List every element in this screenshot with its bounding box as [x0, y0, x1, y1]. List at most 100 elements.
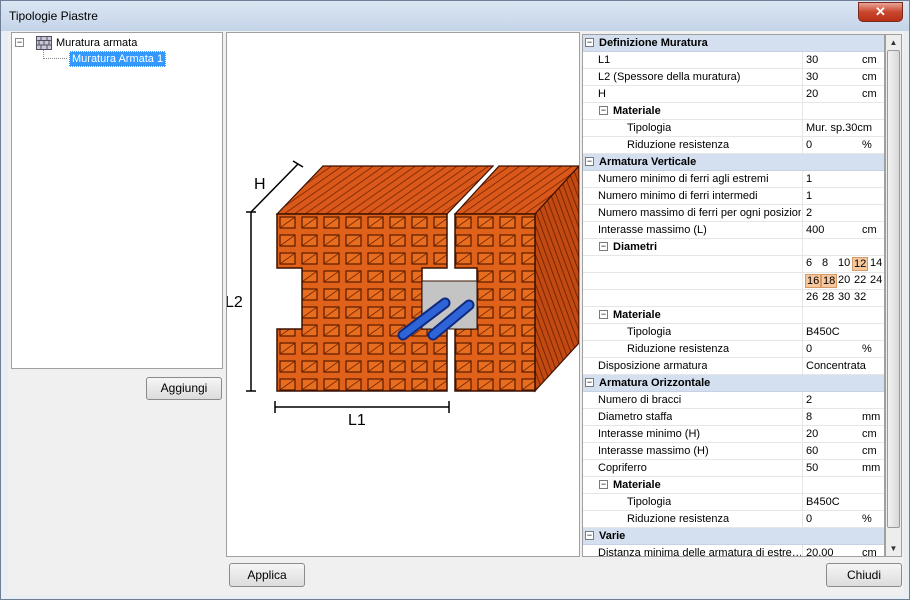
property-interasse-massimo[interactable]: Interasse massimo (L) 400 cm — [583, 222, 884, 239]
property-grid-scrollbar[interactable]: ▲ ▼ — [885, 34, 902, 557]
property-value[interactable]: 8 — [806, 411, 812, 423]
property-value[interactable]: 2 — [806, 394, 812, 406]
diameter-option-10[interactable]: 10 — [837, 257, 851, 269]
property-max-ferri-posizione[interactable]: Numero massimo di ferri per ogni posizio… — [583, 205, 884, 222]
property-value[interactable]: 50 — [806, 462, 818, 474]
property-unit: cm — [862, 224, 877, 236]
property-name: Tipologia — [627, 122, 672, 134]
subcategory-materiale[interactable]: − Materiale — [583, 477, 884, 494]
close-button[interactable]: Chiudi — [826, 563, 902, 587]
property-value[interactable]: 0 — [806, 139, 812, 151]
property-min-ferri-estremi[interactable]: Numero minimo di ferri agli estremi 1 — [583, 171, 884, 188]
property-value[interactable]: 1 — [806, 190, 812, 202]
property-tipologia[interactable]: Tipologia B450C — [583, 494, 884, 511]
diameter-option-28[interactable]: 28 — [821, 291, 835, 303]
property-value[interactable]: 20 — [806, 428, 818, 440]
property-riduzione-resistenza[interactable]: Riduzione resistenza 0% — [583, 341, 884, 358]
collapse-toggle[interactable]: − — [15, 38, 24, 47]
apply-button[interactable]: Applica — [229, 563, 305, 587]
property-value[interactable]: 0 — [806, 343, 812, 355]
category-varie[interactable]: − Varie — [583, 528, 884, 545]
property-value[interactable]: B450C — [806, 496, 840, 508]
diameter-option-32[interactable]: 32 — [853, 291, 867, 303]
column-separator — [802, 137, 803, 154]
property-numero-bracci[interactable]: Numero di bracci 2 — [583, 392, 884, 409]
property-riduzione-resistenza[interactable]: Riduzione resistenza 0% — [583, 511, 884, 528]
collapse-toggle[interactable]: − — [585, 157, 594, 166]
property-riduzione-resistenza[interactable]: Riduzione resistenza 0% — [583, 137, 884, 154]
property-value[interactable]: 30 — [806, 54, 818, 66]
tree-node-muratura-armata-1[interactable]: Muratura Armata 1 — [69, 51, 167, 67]
category-definizione-muratura[interactable]: − Definizione Muratura — [583, 35, 884, 52]
property-value[interactable]: 400 — [806, 224, 824, 236]
property-h[interactable]: H 20 cm — [583, 86, 884, 103]
subcategory-materiale[interactable]: − Materiale — [583, 103, 884, 120]
collapse-toggle[interactable]: − — [599, 310, 608, 319]
tree-node-muratura-armata[interactable]: Muratura armata — [36, 36, 137, 50]
diameter-option-16[interactable]: 16 — [805, 274, 822, 288]
column-separator — [802, 205, 803, 222]
property-value[interactable]: 60 — [806, 445, 818, 457]
property-interasse-massimo-h[interactable]: Interasse massimo (H) 60 cm — [583, 443, 884, 460]
dim-label-h: H — [254, 176, 266, 193]
property-l1[interactable]: L1 30 cm — [583, 52, 884, 69]
category-label: Armatura Verticale — [599, 156, 697, 168]
dialog-window: Tipologie Piastre ✕ − Muratura armata Mu… — [0, 0, 910, 600]
dim-label-l1: L1 — [348, 412, 366, 429]
collapse-toggle[interactable]: − — [585, 38, 594, 47]
collapse-toggle[interactable]: − — [585, 378, 594, 387]
diameter-option-24[interactable]: 24 — [869, 274, 883, 286]
diameter-option-26[interactable]: 26 — [805, 291, 819, 303]
collapse-toggle[interactable]: − — [599, 106, 608, 115]
property-value[interactable]: Concentrata — [806, 360, 866, 372]
subcategory-diametri[interactable]: − Diametri — [583, 239, 884, 256]
property-copriferro[interactable]: Copriferro 50 mm — [583, 460, 884, 477]
property-diametro-staffa[interactable]: Diametro staffa 8 mm — [583, 409, 884, 426]
subcategory-materiale[interactable]: − Materiale — [583, 307, 884, 324]
diameter-option-30[interactable]: 30 — [837, 291, 851, 303]
diameter-option-18[interactable]: 18 — [821, 274, 838, 288]
property-disposizione-armatura[interactable]: Disposizione armatura Concentrata — [583, 358, 884, 375]
close-window-button[interactable]: ✕ — [858, 2, 903, 22]
scroll-up-icon[interactable]: ▲ — [886, 35, 901, 50]
property-distanza-minima[interactable]: Distanza minima delle armatura di estre…… — [583, 545, 884, 556]
diameter-option-14[interactable]: 14 — [869, 257, 883, 269]
scroll-down-icon[interactable]: ▼ — [886, 541, 901, 556]
property-name: Copriferro — [598, 462, 647, 474]
property-tipologia[interactable]: Tipologia Mur. sp.30cm — [583, 120, 884, 137]
diameter-option-20[interactable]: 20 — [837, 274, 851, 286]
property-value[interactable]: B450C — [806, 326, 840, 338]
diameter-option-12[interactable]: 12 — [852, 257, 869, 271]
property-value[interactable]: 1 — [806, 173, 812, 185]
typology-tree[interactable]: − Muratura armata Muratura Armata 1 — [11, 32, 223, 369]
property-value[interactable]: Mur. sp.30cm — [806, 122, 872, 134]
property-value[interactable]: 0 — [806, 513, 812, 525]
collapse-toggle[interactable]: − — [585, 531, 594, 540]
property-interasse-minimo[interactable]: Interasse minimo (H) 20 cm — [583, 426, 884, 443]
property-value[interactable]: 30 — [806, 71, 818, 83]
category-armatura-verticale[interactable]: − Armatura Verticale — [583, 154, 884, 171]
property-min-ferri-intermedi[interactable]: Numero minimo di ferri intermedi 1 — [583, 188, 884, 205]
diameter-option-8[interactable]: 8 — [821, 257, 829, 269]
collapse-toggle[interactable]: − — [599, 242, 608, 251]
window-title: Tipologie Piastre — [9, 9, 98, 23]
property-value[interactable]: 20 — [806, 88, 818, 100]
category-armatura-orizzontale[interactable]: − Armatura Orizzontale — [583, 375, 884, 392]
property-unit: mm — [862, 462, 881, 474]
wall-icon — [36, 36, 52, 50]
diameter-option-22[interactable]: 22 — [853, 274, 867, 286]
property-name: Interasse minimo (H) — [598, 428, 701, 440]
property-name: Riduzione resistenza — [627, 343, 730, 355]
diameter-option-6[interactable]: 6 — [805, 257, 813, 269]
scrollbar-thumb[interactable] — [887, 50, 900, 528]
property-grid[interactable]: − Definizione Muratura L1 30 cm L2 (Spesso… — [582, 34, 885, 557]
property-value[interactable]: 20,00 — [806, 547, 834, 556]
collapse-toggle[interactable]: − — [599, 480, 608, 489]
wall-diagram: L1 L2 H — [225, 160, 581, 429]
add-button[interactable]: Aggiungi — [146, 377, 222, 400]
property-unit: cm — [862, 88, 877, 100]
title-bar[interactable]: Tipologie Piastre ✕ — [1, 1, 909, 31]
property-l2[interactable]: L2 (Spessore della muratura) 30 cm — [583, 69, 884, 86]
property-tipologia[interactable]: Tipologia B450C — [583, 324, 884, 341]
property-value[interactable]: 2 — [806, 207, 812, 219]
